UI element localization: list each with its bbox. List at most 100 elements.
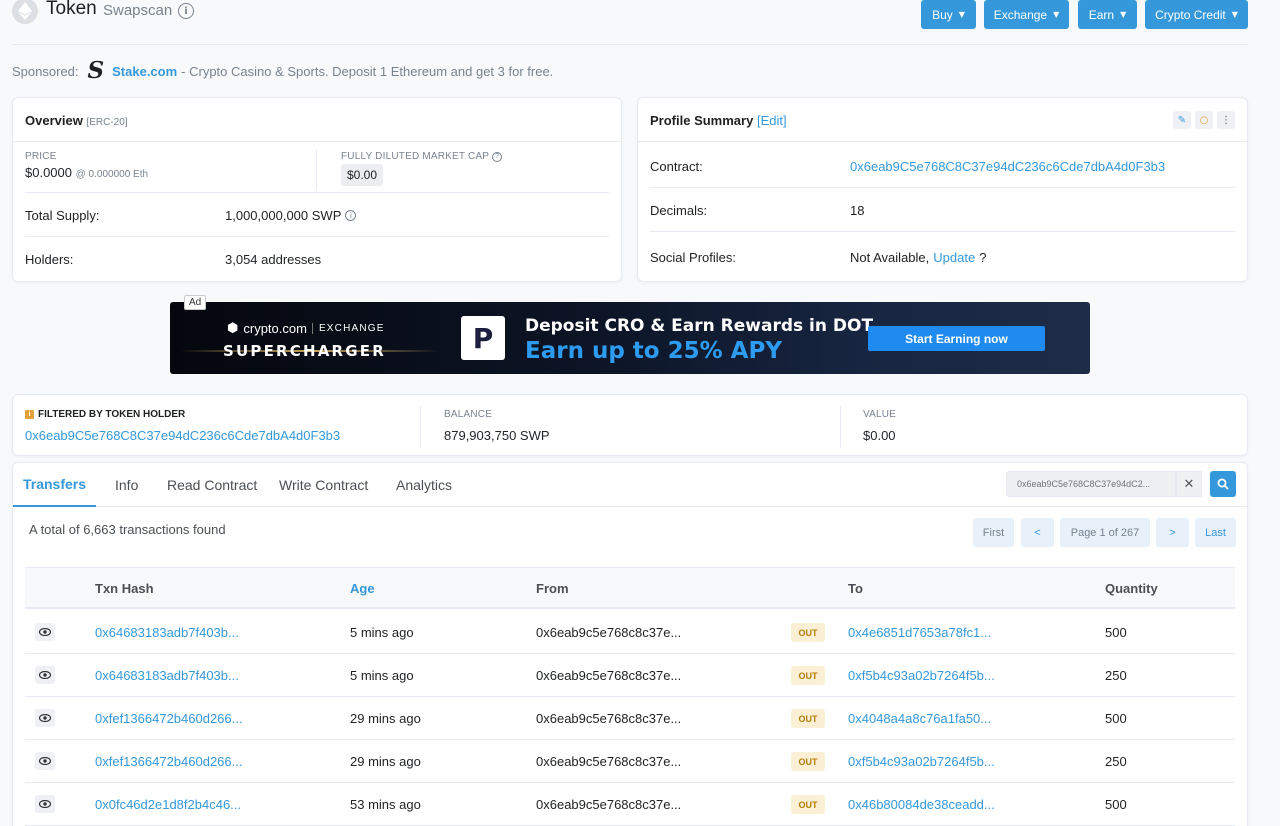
- social-profiles-label: Social Profiles:: [650, 250, 736, 265]
- market-cap-value: $0.00: [341, 164, 384, 186]
- exchange-button[interactable]: Exchange ▼: [984, 0, 1069, 29]
- ad-banner[interactable]: ⬢ crypto.com EXCHANGE SUPERCHARGER P Dep…: [170, 302, 1090, 374]
- exchange-word: EXCHANGE: [311, 323, 385, 334]
- txn-hash-link[interactable]: 0x64683183adb7f403b...: [95, 625, 239, 640]
- balance-label: BALANCE: [444, 409, 493, 420]
- price-label: PRICE: [25, 151, 57, 162]
- ad-headline: Deposit CRO & Earn Rewards in DOT: [525, 316, 874, 336]
- eye-icon[interactable]: [35, 795, 55, 813]
- txn-hash-link[interactable]: 0x0fc46d2e1d8f2b4c46...: [95, 797, 241, 812]
- earn-button-label: Earn: [1088, 7, 1115, 22]
- from-cell: 0x6eab9c5e768c8c37e...: [536, 754, 682, 769]
- close-icon[interactable]: ✕: [1176, 471, 1202, 497]
- tabs-bar: Transfers Info Read Contract Write Contr…: [13, 463, 1247, 507]
- from-cell: 0x6eab9c5e768c8c37e...: [536, 711, 682, 726]
- txn-hash-link[interactable]: 0xfef1366472b460d266...: [95, 754, 242, 769]
- col-age[interactable]: Age: [350, 581, 375, 596]
- from-cell: 0x6eab9c5e768c8c37e...: [536, 797, 682, 812]
- page-subtitle: Swapscan: [103, 2, 173, 19]
- to-address-link[interactable]: 0x4048a4a8c76a1fa50...: [848, 711, 991, 726]
- info-icon[interactable]: i: [178, 3, 194, 19]
- last-page-button[interactable]: Last: [1195, 518, 1236, 547]
- search-button[interactable]: [1210, 471, 1236, 497]
- direction-badge: OUT: [791, 709, 825, 728]
- eye-icon[interactable]: [35, 623, 55, 641]
- buy-button[interactable]: Buy ▼: [921, 0, 976, 29]
- question-icon[interactable]: ?: [492, 151, 503, 162]
- quantity-cell: 500: [1105, 711, 1127, 726]
- info-icon[interactable]: i: [345, 210, 357, 221]
- holder-address-link[interactable]: 0x6eab9C5e768C8C37e94dC236c6Cde7dbA4d0F3…: [25, 428, 340, 443]
- update-link[interactable]: Update: [933, 250, 975, 265]
- col-quantity: Quantity: [1105, 581, 1158, 596]
- ad-tag: Ad: [184, 295, 207, 310]
- total-supply-label: Total Supply:: [25, 208, 100, 223]
- eye-icon[interactable]: [35, 752, 55, 770]
- page-indicator: Page 1 of 267: [1060, 518, 1150, 547]
- tab-analytics[interactable]: Analytics: [396, 463, 452, 507]
- txn-hash-link[interactable]: 0xfef1366472b460d266...: [95, 711, 242, 726]
- filter-card: i FILTERED BY TOKEN HOLDER 0x6eab9C5e768…: [12, 394, 1248, 456]
- chevron-down-icon: ▼: [1120, 10, 1127, 19]
- contract-label: Contract:: [650, 159, 703, 174]
- table-row: 0xfef1366472b460d266... 29 mins ago 0x6eab…: [25, 740, 1235, 783]
- crypto-com-logo-icon: ⬢: [227, 321, 239, 336]
- eye-icon[interactable]: [35, 666, 55, 684]
- quantity-cell: 500: [1105, 625, 1127, 640]
- filter-separator: [840, 405, 841, 447]
- crypto-com-name: crypto.com: [243, 321, 307, 336]
- earn-button[interactable]: Earn ▼: [1078, 0, 1137, 29]
- polkadot-logo-icon: P: [461, 316, 505, 360]
- ethereum-logo-icon: [12, 0, 38, 24]
- sponsored-link[interactable]: Stake.com: [112, 64, 177, 79]
- age-cell: 29 mins ago: [350, 754, 421, 769]
- crypto-credit-button[interactable]: Crypto Credit ▼: [1145, 0, 1248, 29]
- first-page-button[interactable]: First: [973, 518, 1014, 547]
- quantity-cell: 500: [1105, 797, 1127, 812]
- next-page-button[interactable]: >: [1156, 518, 1189, 547]
- to-address-link[interactable]: 0xf5b4c93a02b7264f5b...: [848, 668, 995, 683]
- chevron-down-icon: ▼: [1053, 10, 1060, 19]
- more-vertical-icon[interactable]: ⋮: [1217, 111, 1235, 129]
- social-question-mark: ?: [979, 250, 987, 265]
- profile-header: Profile Summary [Edit] ✎ ○ ⋮: [638, 98, 1247, 142]
- from-cell: 0x6eab9c5e768c8c37e...: [536, 625, 682, 640]
- address-search-input[interactable]: 0x6eab9C5e768C8C37e94dC2...: [1006, 471, 1176, 497]
- header-divider: [12, 44, 1248, 45]
- social-na-text: Not Available,: [850, 250, 930, 265]
- start-earning-button[interactable]: Start Earning now: [868, 326, 1045, 351]
- total-supply-value: 1,000,000,000 SWP i: [225, 208, 357, 223]
- tab-info[interactable]: Info: [115, 463, 138, 507]
- to-address-link[interactable]: 0xf5b4c93a02b7264f5b...: [848, 754, 995, 769]
- tab-read-contract[interactable]: Read Contract: [167, 463, 257, 507]
- circle-icon[interactable]: ○: [1195, 111, 1213, 129]
- table-row: 0x64683183adb7f403b... 5 mins ago 0x6eab9c…: [25, 611, 1235, 654]
- filter-label: i FILTERED BY TOKEN HOLDER: [25, 409, 185, 420]
- txn-hash-link[interactable]: 0x64683183adb7f403b...: [95, 668, 239, 683]
- prev-page-button[interactable]: <: [1021, 518, 1054, 547]
- tab-transfers[interactable]: Transfers: [13, 463, 96, 507]
- direction-badge: OUT: [791, 752, 825, 771]
- value-amount: $0.00: [863, 428, 896, 443]
- filter-separator: [420, 405, 421, 447]
- tab-write-contract[interactable]: Write Contract: [279, 463, 368, 507]
- profile-tools: ✎ ○ ⋮: [1173, 111, 1235, 129]
- direction-badge: OUT: [791, 795, 825, 814]
- from-cell: 0x6eab9c5e768c8c37e...: [536, 668, 682, 683]
- edit-link[interactable]: [Edit]: [757, 113, 787, 128]
- holders-label: Holders:: [25, 252, 74, 267]
- eye-icon[interactable]: [35, 709, 55, 727]
- market-cap-label: FULLY DILUTED MARKET CAP ?: [341, 151, 503, 162]
- pencil-icon[interactable]: ✎: [1173, 111, 1191, 129]
- filter-badge-icon: i: [25, 410, 34, 419]
- to-address-link[interactable]: 0x4e6851d7653a78fc1...: [848, 625, 991, 640]
- profile-divider: [650, 187, 1236, 188]
- profile-summary-card: Profile Summary [Edit] ✎ ○ ⋮ Contract: 0…: [637, 97, 1248, 282]
- crypto-credit-button-label: Crypto Credit: [1155, 7, 1226, 22]
- price-usd: $0.0000: [25, 165, 72, 180]
- crypto-com-brand: ⬢ crypto.com EXCHANGE: [227, 321, 385, 336]
- chevron-down-icon: ▼: [958, 10, 965, 19]
- to-address-link[interactable]: 0x46b80084de38ceadd...: [848, 797, 995, 812]
- contract-address-link[interactable]: 0x6eab9C5e768C8C37e94dC236c6Cde7dbA4d0F3…: [850, 159, 1165, 174]
- exchange-button-label: Exchange: [993, 7, 1048, 22]
